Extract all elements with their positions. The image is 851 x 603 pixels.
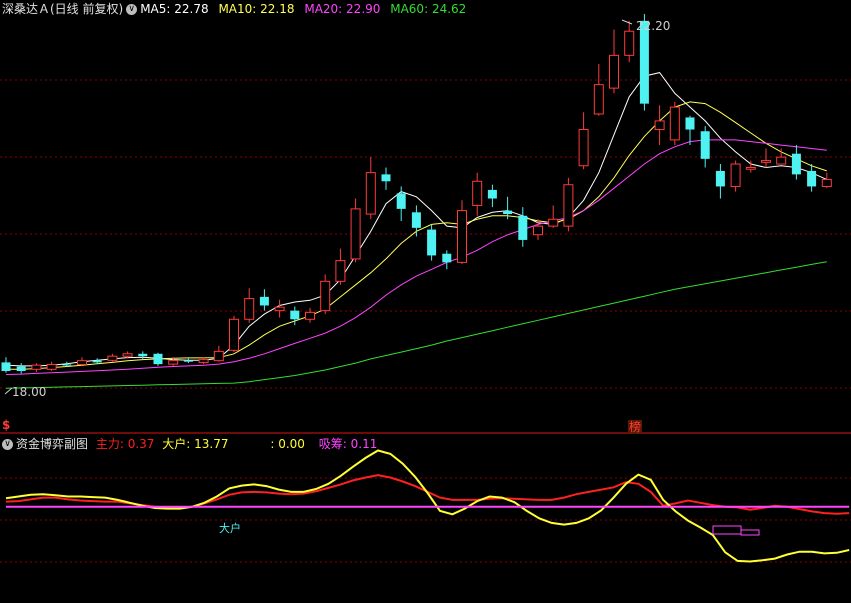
candlesticks <box>1 13 832 374</box>
candle-body-up <box>213 350 224 362</box>
candle-body-down <box>685 117 695 130</box>
candle-body-up <box>730 163 741 187</box>
candle-body-up <box>593 84 604 115</box>
candle-body-up <box>609 54 619 89</box>
blank-value: 0.00 <box>278 437 305 451</box>
stock-title[interactable]: 深桑达Ａ(日线 前复权) <box>2 2 123 16</box>
candle-body-up <box>761 160 771 163</box>
ma20-value: 22.90 <box>346 2 381 16</box>
big-holder-label: 大户: <box>162 437 191 451</box>
absorb-value: 0.11 <box>350 437 378 451</box>
ma5-value: 22.78 <box>174 2 209 16</box>
absorb-box <box>740 529 760 536</box>
chart-header: 深桑达Ａ(日线 前复权) ∨ MA5: 22.78 MA10: 22.18 MA20… <box>2 2 466 16</box>
candle-body-down <box>381 174 391 182</box>
sub-panel-header: ∨ 资金博弈副图 主力: 0.37 大户: 13.77 : 0.00 吸筹: 0.… <box>2 437 377 451</box>
candle-body-down <box>518 215 528 240</box>
high-price-label: 22.20 <box>636 19 671 33</box>
candle-body-down <box>153 353 163 365</box>
candle-body-up <box>229 318 239 351</box>
candle-body-up <box>122 353 133 357</box>
candle-body-up <box>198 359 209 363</box>
candle-body-down <box>290 310 300 320</box>
high-marker <box>621 19 633 25</box>
candle-body-down <box>715 170 725 187</box>
big-holder-value: 13.77 <box>194 437 229 451</box>
candle-body-up <box>776 156 787 165</box>
candle-body-up <box>168 360 179 365</box>
candle-body-up <box>821 179 832 187</box>
candle-body-up <box>669 106 680 141</box>
candle-body-up <box>624 30 635 56</box>
chart-svg[interactable] <box>0 0 851 603</box>
ma20-label: MA20: <box>304 2 343 16</box>
main-force-value: 0.37 <box>127 437 155 451</box>
candle-body-up <box>654 120 665 131</box>
ma10-label: MA10: <box>218 2 257 16</box>
candle-body-up <box>745 166 756 170</box>
candle-body-up <box>472 180 483 206</box>
candle-body-down <box>411 212 421 228</box>
candle-body-down <box>442 253 452 263</box>
chevron-down-icon[interactable]: ∨ <box>126 4 138 15</box>
candle-body-up <box>244 298 255 320</box>
candle-body-up <box>46 363 57 370</box>
candle-body-down <box>639 20 649 104</box>
sub-panel-lines <box>5 449 850 563</box>
candle-body-up <box>305 311 315 320</box>
ma60-label: MA60: <box>390 2 429 16</box>
candle-body-up <box>31 364 42 370</box>
candle-body-down <box>1 362 11 372</box>
sub-panel-title[interactable]: 资金博弈副图 <box>16 437 88 451</box>
candle-body-up <box>107 355 118 361</box>
ma60-value: 24.62 <box>431 2 467 16</box>
ma10-value: 22.18 <box>260 2 295 16</box>
bang-marker: 榜 <box>628 420 643 434</box>
candle-body-down <box>259 296 269 306</box>
signal-marker-left: $ <box>2 418 11 432</box>
big-holder-marker: 大户 <box>219 522 241 535</box>
ma-line-ma20 <box>5 139 827 375</box>
chevron-down-icon[interactable]: ∨ <box>2 439 13 450</box>
candle-body-down <box>807 170 817 187</box>
candle-body-down <box>138 353 148 357</box>
absorb-label: 吸筹: <box>318 437 347 451</box>
candle-body-up <box>457 210 467 263</box>
ma5-label: MA5: <box>140 2 171 16</box>
candle-body-up <box>320 280 331 312</box>
candle-body-down <box>92 360 102 363</box>
candle-body-down <box>791 153 801 175</box>
candle-body-up <box>563 184 574 227</box>
candle-body-up <box>335 260 346 282</box>
candle-body-down <box>487 189 497 199</box>
candle-body-up <box>274 306 285 312</box>
candle-body-up <box>533 225 543 236</box>
candle-body-up <box>350 208 361 260</box>
candle-body-up <box>365 172 376 215</box>
candle-body-up <box>77 360 87 365</box>
candle-body-down <box>427 229 437 256</box>
main-force-label: 主力: <box>95 437 124 451</box>
candle-body-down <box>62 364 72 366</box>
candle-body-down <box>700 131 710 159</box>
candle-body-down <box>396 193 406 209</box>
candle-body-down <box>16 366 26 372</box>
candle-body-down <box>503 210 513 215</box>
absorb-box <box>712 525 742 535</box>
blank-label: : <box>270 437 275 451</box>
candle-body-up <box>548 218 559 227</box>
low-marker <box>4 387 13 395</box>
candle-body-down <box>183 360 193 362</box>
candle-body-up <box>578 129 589 167</box>
low-price-label: 18.00 <box>12 385 47 399</box>
